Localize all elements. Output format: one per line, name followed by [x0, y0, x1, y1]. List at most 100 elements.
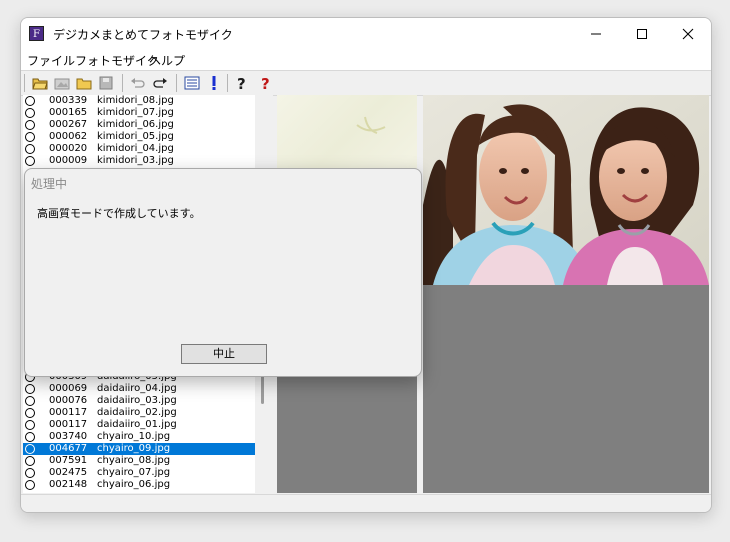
usage-count: 000267: [49, 119, 88, 130]
list-item[interactable]: 000020 kimidori_04.jpg: [23, 143, 255, 155]
list-item[interactable]: 000117 daidaiiro_02.jpg: [23, 407, 255, 419]
usage-count: 002148: [49, 479, 88, 490]
file-name: daidaiiro_03.jpg: [97, 395, 177, 406]
usage-count: 000020: [49, 143, 88, 154]
menu-bar: ファイル フォトモザイク ヘルプ: [21, 50, 711, 70]
status-bar: [21, 494, 711, 512]
list-icon: [184, 76, 200, 90]
list-item[interactable]: 002475 chyairo_07.jpg: [23, 467, 255, 479]
list-button[interactable]: [183, 74, 201, 92]
redo-icon: [153, 78, 167, 88]
help-icon: ?: [237, 75, 246, 91]
list-item[interactable]: 000076 daidaiiro_03.jpg: [23, 395, 255, 407]
radio-button[interactable]: [25, 480, 35, 490]
redo-button[interactable]: [151, 74, 169, 92]
list-item[interactable]: 000165 kimidori_07.jpg: [23, 107, 255, 119]
radio-button[interactable]: [25, 444, 35, 454]
list-item[interactable]: 000117 daidaiiro_01.jpg: [23, 419, 255, 431]
file-name: chyairo_06.jpg: [97, 479, 171, 490]
save-icon: [99, 76, 113, 90]
file-name: chyairo_09.jpg: [97, 443, 171, 454]
svg-text:?: ?: [261, 75, 270, 91]
file-name: kimidori_04.jpg: [97, 143, 174, 154]
toolbar-grip: [24, 74, 25, 92]
usage-count: 000117: [49, 407, 88, 418]
undo-icon: [131, 78, 145, 88]
toolbar-separator: [227, 74, 228, 92]
file-name: kimidori_08.jpg: [97, 95, 174, 106]
list-item[interactable]: 003740 chyairo_10.jpg: [23, 431, 255, 443]
list-item[interactable]: 004677 chyairo_09.jpg: [23, 443, 255, 455]
file-name: kimidori_07.jpg: [97, 107, 174, 118]
processing-dialog: 処理中 高画質モードで作成しています。 中止: [24, 168, 422, 377]
usage-count: 000117: [49, 419, 88, 430]
usage-count: 000339: [49, 95, 88, 106]
context-help-button[interactable]: ?: [257, 74, 275, 92]
app-window: F デジカメまとめてフォトモザイク ファイル フォトモザイク ヘルプ ? ? 0…: [20, 17, 712, 513]
open-folder-icon: [32, 78, 48, 90]
usage-count: 002475: [49, 467, 88, 478]
file-name: chyairo_08.jpg: [97, 455, 171, 466]
list-item[interactable]: 002148 chyairo_06.jpg: [23, 479, 255, 491]
file-name: daidaiiro_01.jpg: [97, 419, 177, 430]
usage-count: 004677: [49, 443, 88, 454]
radio-button[interactable]: [25, 120, 35, 130]
radio-button[interactable]: [25, 108, 35, 118]
file-name: kimidori_05.jpg: [97, 131, 174, 142]
window-title: デジカメまとめてフォトモザイク: [53, 28, 233, 42]
file-name: kimidori_03.jpg: [97, 155, 174, 166]
close-button[interactable]: [665, 18, 711, 50]
mosaic-photo-image: [423, 95, 709, 285]
file-name: kimidori_06.jpg: [97, 119, 174, 130]
svg-text:?: ?: [237, 75, 246, 91]
open-button[interactable]: [31, 74, 49, 92]
radio-button[interactable]: [25, 144, 35, 154]
close-icon: [682, 28, 694, 40]
dialog-title: 処理中: [31, 177, 68, 191]
exclamation-icon: [212, 76, 216, 90]
menu-photomosaic[interactable]: フォトモザイク: [75, 52, 159, 69]
toolbar-separator: [176, 74, 177, 92]
app-icon: F: [29, 26, 44, 41]
radio-button[interactable]: [25, 396, 35, 406]
radio-button[interactable]: [25, 156, 35, 166]
list-item[interactable]: 000062 kimidori_05.jpg: [23, 131, 255, 143]
radio-button[interactable]: [25, 456, 35, 466]
context-help-icon: ?: [261, 75, 270, 91]
radio-button[interactable]: [25, 132, 35, 142]
menu-help[interactable]: ヘルプ: [149, 52, 185, 69]
usage-count: 000076: [49, 395, 88, 406]
usage-count: 000165: [49, 107, 88, 118]
cancel-button[interactable]: 中止: [181, 344, 267, 364]
undo-button[interactable]: [129, 74, 147, 92]
maximize-button[interactable]: [619, 18, 665, 50]
radio-button[interactable]: [25, 468, 35, 478]
save-button[interactable]: [97, 74, 115, 92]
image-button[interactable]: [53, 74, 71, 92]
radio-button[interactable]: [25, 408, 35, 418]
image-icon: [54, 78, 70, 90]
dialog-message: 高画質モードで作成しています。: [37, 207, 201, 220]
radio-button[interactable]: [25, 420, 35, 430]
list-item[interactable]: 000069 daidaiiro_04.jpg: [23, 383, 255, 395]
menu-file[interactable]: ファイル: [27, 52, 75, 69]
folder-icon: [76, 78, 92, 90]
folder-button[interactable]: [75, 74, 93, 92]
list-item[interactable]: 000339 kimidori_08.jpg: [23, 95, 255, 107]
list-item[interactable]: 000267 kimidori_06.jpg: [23, 119, 255, 131]
list-scrollbar-thumb[interactable]: [261, 374, 264, 404]
radio-button[interactable]: [25, 384, 35, 394]
help-button[interactable]: ?: [233, 74, 251, 92]
toolbar-separator: [122, 74, 123, 92]
file-name: daidaiiro_04.jpg: [97, 383, 177, 394]
minimize-button[interactable]: [573, 18, 619, 50]
usage-count: 000062: [49, 131, 88, 142]
alert-button[interactable]: [205, 74, 223, 92]
usage-count: 003740: [49, 431, 88, 442]
list-item[interactable]: 007591 chyairo_08.jpg: [23, 455, 255, 467]
radio-button[interactable]: [25, 432, 35, 442]
radio-button[interactable]: [25, 96, 35, 106]
usage-count: 007591: [49, 455, 88, 466]
file-name: chyairo_07.jpg: [97, 467, 171, 478]
list-item[interactable]: 000009 kimidori_03.jpg: [23, 155, 255, 167]
